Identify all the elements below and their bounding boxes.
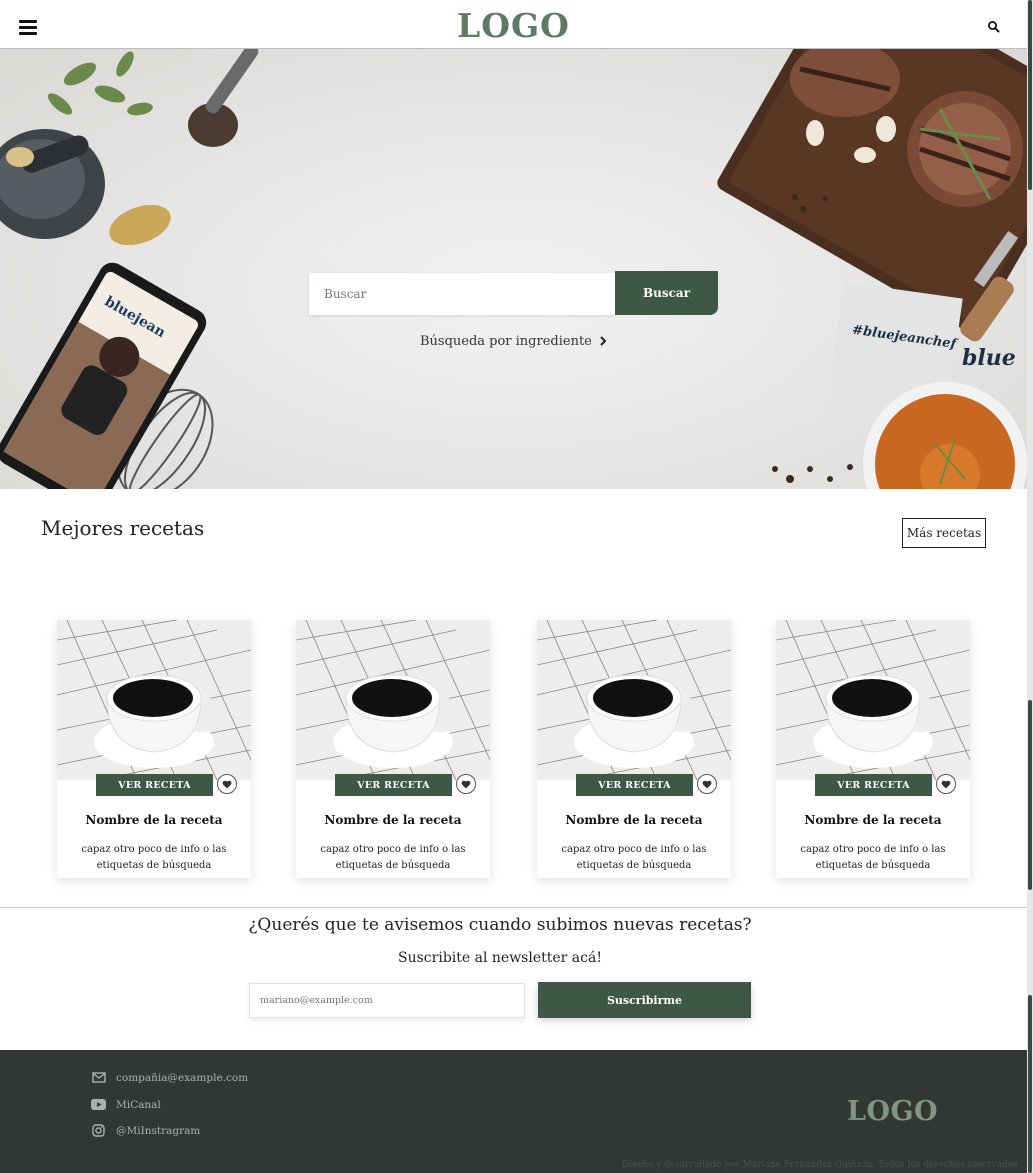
recipe-card[interactable]: VER RECETA Nombre de la receta capaz otro … — [296, 620, 490, 878]
recipe-description: capaz otro poco de info o las etiquetas … — [81, 844, 227, 871]
more-recipes-button[interactable]: Más recetas — [902, 518, 986, 548]
recipe-description: capaz otro poco de info o las etiquetas … — [320, 844, 466, 871]
recipe-name[interactable]: Nombre de la receta — [776, 813, 970, 827]
chevron-right-icon — [600, 336, 607, 346]
view-recipe-button[interactable]: VER RECETA — [815, 774, 932, 796]
heart-icon[interactable] — [456, 774, 476, 794]
recipe-image[interactable] — [296, 620, 490, 780]
hero-banner: bluejean #bluejeanchef blue Buscar Busca… — [0, 49, 1027, 489]
view-recipe-button[interactable]: VER RECETA — [96, 774, 213, 796]
heart-icon[interactable] — [697, 774, 717, 794]
footer-logo[interactable]: LOGO — [847, 1096, 938, 1127]
site-logo[interactable]: LOGO — [0, 6, 1027, 45]
view-recipe-button[interactable]: VER RECETA — [335, 774, 452, 796]
hero-background-image: bluejean #bluejeanchef blue — [0, 49, 1027, 489]
newsletter-subtitle: Suscribite al newsletter acá! — [398, 950, 602, 966]
footer-youtube-text: MiCanal — [116, 1098, 161, 1111]
ingredient-search-link[interactable]: Búsqueda por ingrediente — [0, 334, 1027, 349]
recipe-name[interactable]: Nombre de la receta — [296, 813, 490, 827]
scrollbar-thumb-3[interactable] — [1028, 995, 1032, 1173]
recipe-name[interactable]: Nombre de la receta — [57, 813, 251, 827]
section-title: Mejores recetas — [41, 516, 205, 540]
copyright-text: Diseño y desarrollado por Mariano Fernan… — [622, 1160, 1018, 1170]
footer-youtube-link[interactable]: MiCanal — [91, 1098, 161, 1111]
recipe-image[interactable] — [776, 620, 970, 780]
search-icon[interactable] — [987, 20, 1001, 34]
newsletter-email-input[interactable] — [249, 983, 525, 1018]
ingredient-search-label: Búsqueda por ingrediente — [419, 334, 592, 349]
page: LOGO bluejean #bluejeanchef blue Buscar … — [0, 0, 1033, 1173]
recipe-description: capaz otro poco de info o las etiquetas … — [561, 844, 707, 871]
view-recipe-button[interactable]: VER RECETA — [576, 774, 693, 796]
youtube-icon — [91, 1098, 106, 1111]
scrollbar-thumb-2[interactable] — [1028, 700, 1032, 890]
subscribe-button[interactable]: Suscribirme — [538, 982, 751, 1018]
scrollbar-thumb[interactable] — [1028, 0, 1032, 190]
scrollbar[interactable] — [1027, 0, 1033, 1173]
footer-email-link[interactable]: compañia@example.com — [91, 1071, 248, 1084]
mail-icon — [91, 1071, 106, 1084]
site-header: LOGO — [0, 0, 1027, 49]
recipe-image[interactable] — [57, 620, 251, 780]
instagram-icon — [91, 1124, 106, 1137]
hero-search-button[interactable]: Buscar — [615, 271, 718, 315]
heart-icon[interactable] — [936, 774, 956, 794]
footer-instagram-link[interactable]: @MiInstragram — [91, 1124, 200, 1137]
recipe-description: capaz otro poco de info o las etiquetas … — [800, 844, 946, 871]
footer-instagram-text: @MiInstragram — [116, 1124, 201, 1137]
heart-icon[interactable] — [217, 774, 237, 794]
recipe-card[interactable]: VER RECETA Nombre de la receta capaz otro … — [537, 620, 731, 878]
recipe-card[interactable]: VER RECETA Nombre de la receta capaz otro … — [776, 620, 970, 878]
newsletter-question: ¿Querés que te avisemos cuando subimos n… — [248, 915, 752, 935]
recipe-name[interactable]: Nombre de la receta — [537, 813, 731, 827]
footer-email-text: compañia@example.com — [116, 1071, 249, 1084]
recipe-image[interactable] — [537, 620, 731, 780]
divider — [0, 907, 1027, 908]
recipe-card[interactable]: VER RECETA Nombre de la receta capaz otro … — [57, 620, 251, 878]
hero-search-input[interactable] — [309, 273, 615, 315]
